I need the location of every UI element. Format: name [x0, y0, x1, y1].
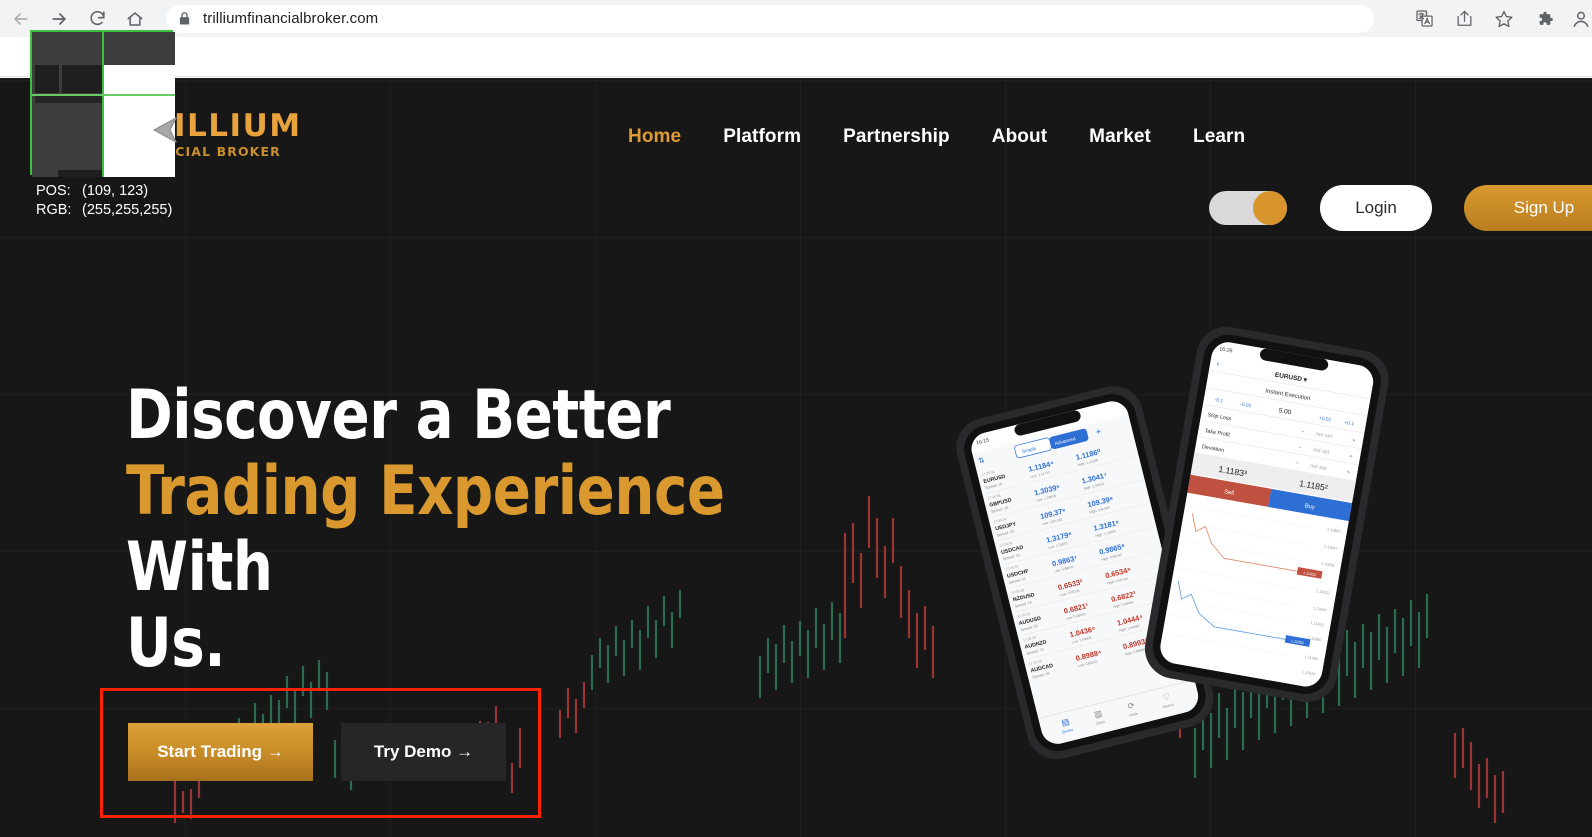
theme-toggle[interactable] — [1209, 191, 1287, 225]
share-icon[interactable] — [1449, 4, 1479, 34]
magnifier-pixel-block-b — [62, 65, 102, 93]
nav-item-home[interactable]: Home — [628, 126, 681, 148]
nav-item-market[interactable]: Market — [1089, 126, 1151, 148]
extensions-puzzle-icon[interactable] — [1529, 4, 1559, 34]
hero-cta-row: Start Trading → Try Demo → — [128, 723, 506, 781]
magnifier-pos-row: POS: (109, 123) — [36, 182, 172, 201]
toolbar-actions — [1404, 4, 1592, 34]
magnifier-crosshair-horizontal — [32, 94, 175, 96]
magnifier-quadrant-bottom-left — [32, 96, 102, 177]
web-page: 16:15 Simple Advanced + ⇅ 17:35:34 EURUS… — [0, 78, 1592, 837]
nav-item-partnership[interactable]: Partnership — [843, 126, 950, 148]
profile-avatar[interactable] — [1568, 6, 1592, 32]
browser-toolbar: trilliumfinancialbroker.com — [0, 0, 1592, 37]
translate-icon[interactable] — [1409, 4, 1439, 34]
login-button[interactable]: Login — [1320, 185, 1432, 231]
magnifier-pos-label: POS: — [36, 183, 71, 199]
mouse-cursor-icon — [153, 117, 177, 143]
address-bar[interactable]: trilliumfinancialbroker.com — [166, 4, 1374, 33]
magnifier-rgb-row: RGB: (255,255,255) — [36, 201, 172, 220]
toggle-knob — [1253, 191, 1287, 225]
magnifier-pos-value: (109, 123) — [82, 183, 149, 199]
site-header: TRILLIUM FINANCIAL BROKER Home Platform … — [0, 78, 1592, 231]
address-bar-url: trilliumfinancialbroker.com — [203, 10, 379, 27]
phone-mockups-illustration: 16:15 Simple Advanced + ⇅ 17:35:34 EURUS… — [956, 326, 1389, 760]
magnifier-pixel-grid — [30, 30, 175, 177]
magnifier-rgb-value: (255,255,255) — [82, 202, 173, 218]
magnifier-rgb-label: RGB: — [36, 202, 72, 218]
try-demo-button[interactable]: Try Demo → — [341, 723, 506, 781]
hero-line-2-rest: With — [126, 528, 273, 608]
bookmarks-bar — [0, 37, 1592, 77]
magnifier-pixel-block-c — [35, 96, 102, 103]
magnifier-crosshair-vertical — [102, 32, 104, 177]
magnifier-white-strip — [104, 65, 175, 94]
hero-line-3: Us. — [126, 604, 226, 684]
signup-button[interactable]: Sign Up — [1464, 185, 1592, 231]
hero-line-2-accent: Trading Experience — [126, 452, 725, 532]
hero-heading: Discover a Better Trading Experience Wit… — [126, 376, 825, 684]
nav-item-platform[interactable]: Platform — [723, 126, 801, 148]
start-trading-button[interactable]: Start Trading → — [128, 723, 313, 781]
nav-item-about[interactable]: About — [992, 126, 1047, 148]
lock-icon — [178, 11, 191, 26]
magnifier-readout: POS: (109, 123) RGB: (255,255,255) — [30, 180, 178, 224]
main-navigation: Home Platform Partnership About Market L… — [628, 78, 1245, 196]
hero-line-1: Discover a Better — [126, 376, 671, 455]
bookmark-star-icon[interactable] — [1489, 4, 1519, 34]
magnifier-pixel-block-a — [35, 65, 59, 93]
nav-item-learn[interactable]: Learn — [1193, 126, 1245, 148]
magnifier-pixel-block-d — [58, 170, 102, 177]
